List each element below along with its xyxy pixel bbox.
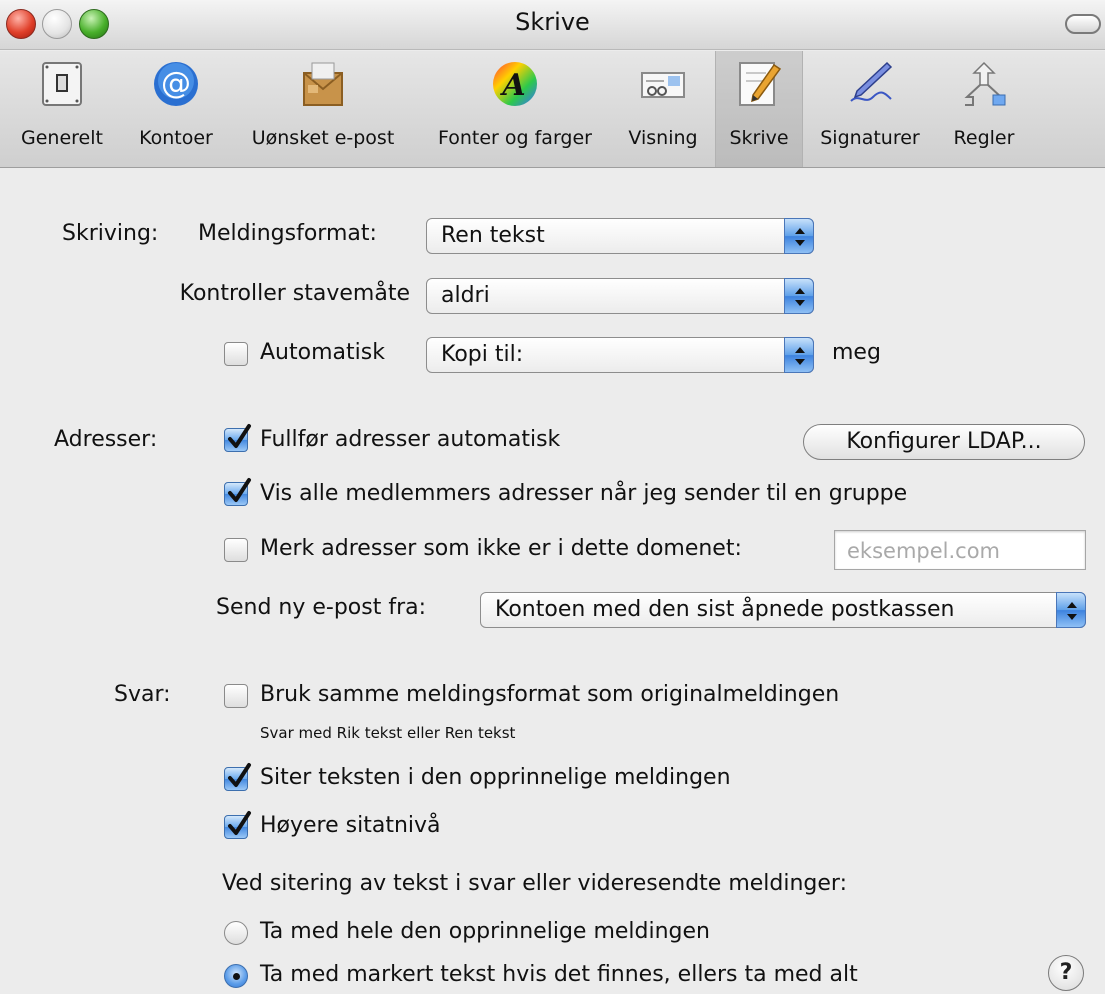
composing-section-label: Skriving: — [62, 221, 159, 246]
send-from-popup[interactable]: Kontoen med den sist åpnede postkassen — [480, 592, 1086, 628]
quoting-heading: Ved sitering av tekst i svar eller vider… — [222, 871, 848, 896]
help-button[interactable]: ? — [1048, 955, 1084, 991]
composing-preferences-panel: Skriving: Meldingsformat: Ren tekst Kont… — [0, 169, 1105, 994]
spellcheck-value: aldri — [441, 283, 490, 308]
automatic-label: Automatisk — [260, 340, 385, 365]
include-selected-label: Ta med markert tekst hvis det finnes, el… — [260, 962, 858, 987]
automatic-cc-popup[interactable]: Kopi til: — [426, 337, 814, 373]
increase-quote-checkbox[interactable] — [224, 811, 251, 839]
toolbar-toggle-button[interactable] — [1065, 14, 1101, 34]
tab-fonts-colors-label: Fonter og farger — [437, 127, 592, 149]
show-all-members-label: Vis alle medlemmers adresser når jeg sen… — [260, 481, 908, 506]
mark-addresses-label: Merk adresser som ikke er i dette domene… — [260, 536, 742, 561]
automatic-cc-value: Kopi til: — [441, 342, 524, 367]
automatic-suffix-label: meg — [832, 340, 881, 365]
rules-icon — [964, 61, 1006, 106]
at-sign-icon: @ — [154, 62, 198, 106]
same-format-label: Bruk samme meldingsformat som originalme… — [260, 682, 840, 707]
popup-arrows-icon — [784, 278, 814, 314]
automatic-checkbox[interactable] — [224, 342, 248, 366]
junk-mail-icon — [303, 62, 343, 106]
tab-accounts-label: Kontoer — [139, 127, 213, 149]
pencil-icon — [739, 62, 782, 106]
svg-text:@: @ — [161, 66, 191, 101]
popup-arrows-icon — [784, 337, 814, 373]
title-bar: Skrive — [0, 0, 1105, 50]
tab-general[interactable]: Generelt — [0, 51, 124, 167]
autocomplete-checkbox[interactable] — [224, 424, 251, 452]
message-format-label: Meldingsformat: — [198, 221, 377, 246]
tab-junk-mail[interactable]: Uønsket e-post — [228, 51, 418, 167]
addressing-section-label: Adresser: — [54, 427, 158, 452]
responding-section-label: Svar: — [114, 682, 171, 707]
same-format-checkbox[interactable] — [224, 684, 248, 708]
include-all-label: Ta med hele den opprinnelige meldingen — [260, 919, 710, 944]
send-from-value: Kontoen med den sist åpnede postkassen — [495, 597, 955, 622]
tab-rules[interactable]: Regler — [936, 51, 1032, 167]
switch-icon — [42, 62, 82, 106]
checkmark-icon — [228, 811, 251, 835]
spellcheck-label: Kontroller stavemåte — [179, 281, 410, 306]
tab-signatures-label: Signaturer — [820, 127, 920, 149]
autocomplete-label: Fullfør adresser automatisk — [260, 427, 561, 452]
font-colors-icon: A — [493, 62, 537, 106]
tab-rules-label: Regler — [953, 127, 1015, 149]
checkmark-icon — [228, 763, 251, 787]
tab-general-label: Generelt — [21, 127, 103, 149]
show-all-members-checkbox[interactable] — [224, 478, 251, 506]
tab-composing-label: Skrive — [729, 127, 789, 149]
quote-original-label: Siter teksten i den opprinnelige melding… — [260, 765, 731, 790]
quote-original-checkbox[interactable] — [224, 763, 251, 791]
message-format-popup[interactable]: Ren tekst — [426, 218, 814, 254]
send-from-label: Send ny e-post fra: — [216, 595, 427, 620]
popup-arrows-icon — [784, 218, 814, 254]
tab-junk-mail-label: Uønsket e-post — [251, 127, 395, 149]
svg-text:A: A — [499, 68, 525, 103]
mark-addresses-checkbox[interactable] — [224, 538, 248, 562]
checkmark-icon — [228, 478, 251, 502]
domain-field-placeholder: eksempel.com — [847, 539, 1001, 563]
window-title: Skrive — [515, 8, 590, 36]
include-selected-radio[interactable] — [224, 964, 248, 988]
tab-signatures[interactable]: Signaturer — [804, 51, 936, 167]
viewing-icon — [641, 72, 685, 98]
domain-field[interactable]: eksempel.com — [834, 530, 1086, 570]
tab-accounts[interactable]: @ Kontoer — [124, 51, 228, 167]
message-format-value: Ren tekst — [441, 223, 545, 248]
increase-quote-label: Høyere sitatnivå — [260, 813, 441, 838]
signature-pen-icon — [850, 61, 893, 102]
tab-viewing[interactable]: Visning — [612, 51, 714, 167]
tab-viewing-label: Visning — [628, 127, 698, 149]
same-format-hint: Svar med Rik tekst eller Ren tekst — [260, 724, 516, 742]
tab-composing[interactable]: Skrive — [715, 51, 803, 167]
popup-arrows-icon — [1056, 592, 1086, 628]
checkmark-icon — [228, 424, 251, 448]
preferences-toolbar: Generelt @ Kontoer Uønsket e-post A Font… — [0, 51, 1105, 168]
configure-ldap-button[interactable]: Konfigurer LDAP... — [803, 424, 1085, 460]
tab-fonts-colors[interactable]: A Fonter og farger — [418, 51, 612, 167]
include-all-radio[interactable] — [224, 921, 248, 945]
spellcheck-popup[interactable]: aldri — [426, 278, 814, 314]
